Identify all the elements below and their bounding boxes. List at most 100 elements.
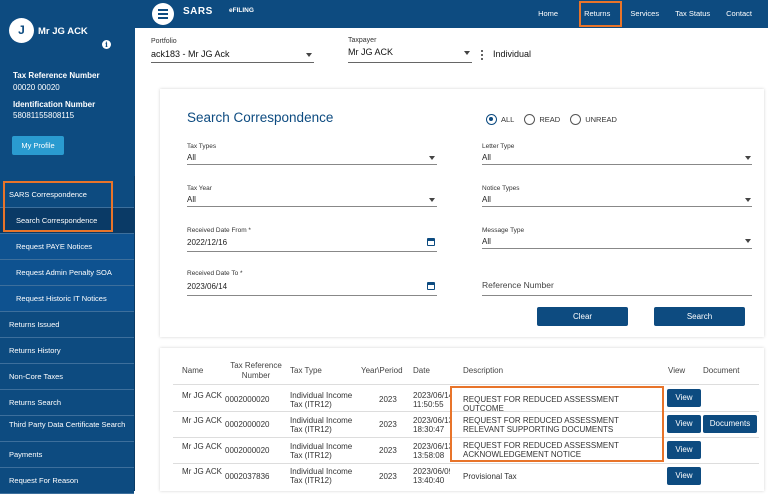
tax-year-underline <box>187 206 437 207</box>
row-4-date: 2023/06/09 13:40:40 <box>413 467 450 485</box>
identification-value: 58081155808115 <box>13 111 75 120</box>
message-type-underline <box>482 248 752 249</box>
clear-button[interactable]: Clear <box>537 307 628 326</box>
tax-types-label: Tax Types <box>187 143 217 150</box>
avatar[interactable]: J <box>9 18 34 43</box>
letter-type-label: Letter Type <box>482 143 515 150</box>
reference-number-underline <box>482 295 752 296</box>
nav-contact[interactable]: Contact <box>718 0 768 28</box>
row-1-year: 2023 <box>379 395 397 404</box>
message-type-select[interactable]: All <box>482 237 491 246</box>
row-4-tax-ref: 0002037836 <box>225 472 270 481</box>
letter-type-select[interactable]: All <box>482 153 491 162</box>
row-1-view-button[interactable]: View <box>667 389 701 407</box>
tax-year-select[interactable]: All <box>187 195 196 204</box>
radio-all-label: ALL <box>501 115 515 124</box>
tax-types-underline <box>187 164 437 165</box>
col-header-description: Description <box>463 366 504 375</box>
sidebar-item-request-for-reason[interactable]: Request For Reason <box>0 468 134 494</box>
search-card <box>160 89 764 337</box>
received-to-input[interactable]: 2023/06/14 <box>187 282 227 291</box>
row-1-name: Mr JG ACK <box>182 391 223 400</box>
info-icon[interactable]: i <box>102 40 111 49</box>
row-2-date: 2023/06/13 18:30:47 <box>413 416 450 434</box>
sidebar-item-non-core-taxes[interactable]: Non-Core Taxes <box>0 364 134 390</box>
row-4-tax-type: Individual Income Tax (ITR12) <box>290 467 353 485</box>
reference-number-input[interactable]: Reference Number <box>482 280 554 290</box>
sidebar-item-request-paye-notices[interactable]: Request PAYE Notices <box>0 234 134 260</box>
row-3-view-button[interactable]: View <box>667 441 701 459</box>
row-3-year: 2023 <box>379 446 397 455</box>
sidebar-item-sars-correspondence[interactable]: SARS Correspondence <box>0 182 134 208</box>
radio-read[interactable] <box>524 114 536 125</box>
notice-types-select[interactable]: All <box>482 195 491 204</box>
read-filter: ALL READ UNREAD <box>486 114 623 125</box>
radio-read-label: READ <box>539 115 561 124</box>
chevron-down-icon[interactable] <box>745 239 751 243</box>
col-header-date: Date <box>413 366 430 375</box>
nav-tax-status[interactable]: Tax Status <box>667 0 718 28</box>
sars-logo[interactable]: SARS <box>183 6 213 17</box>
row-divider <box>173 463 759 464</box>
row-3-tax-ref: 0002000020 <box>225 446 270 455</box>
received-from-input[interactable]: 2022/12/16 <box>187 238 227 247</box>
nav-returns[interactable]: Returns <box>572 0 622 28</box>
message-type-label: Message Type <box>482 227 525 234</box>
row-3-date: 2023/06/13 13:58:08 <box>413 442 450 460</box>
received-to-underline <box>187 295 437 296</box>
row-4-view-button[interactable]: View <box>667 467 701 485</box>
row-4-name: Mr JG ACK <box>182 467 223 476</box>
portfolio-select[interactable]: ack183 - Mr JG Ack <box>151 49 230 59</box>
row-2-view-button[interactable]: View <box>667 415 701 433</box>
search-button[interactable]: Search <box>654 307 745 326</box>
received-to-label: Received Date To * <box>187 270 243 277</box>
tax-types-select[interactable]: All <box>187 153 196 162</box>
row-2-tax-ref: 0002000020 <box>225 420 270 429</box>
sidebar-item-returns-issued[interactable]: Returns Issued <box>0 312 134 338</box>
sidebar-item-payments[interactable]: Payments <box>0 442 134 468</box>
taxpayer-select[interactable]: Mr JG ACK <box>348 47 393 57</box>
received-from-label: Received Date From * <box>187 227 251 234</box>
sidebar-item-third-party-data[interactable]: Third Party Data Certificate Search <box>0 416 134 442</box>
chevron-down-icon[interactable] <box>429 156 435 160</box>
my-profile-button[interactable]: My Profile <box>12 136 64 155</box>
radio-all[interactable] <box>486 114 497 125</box>
chevron-down-icon[interactable] <box>429 198 435 202</box>
row-3-description: REQUEST FOR REDUCED ASSESSMENT ACKNOWLED… <box>463 441 619 459</box>
col-header-name: Name <box>182 366 204 375</box>
portfolio-underline <box>151 62 314 63</box>
sidebar-item-returns-search[interactable]: Returns Search <box>0 390 134 416</box>
row-divider <box>173 437 759 438</box>
chevron-down-icon[interactable] <box>306 53 312 57</box>
row-2-year: 2023 <box>379 420 397 429</box>
row-divider <box>173 411 759 412</box>
sidebar-item-request-historic-it-notices[interactable]: Request Historic IT Notices <box>0 286 134 312</box>
nav-services[interactable]: Services <box>622 0 667 28</box>
taxpayer-label: Taxpayer <box>348 37 377 44</box>
notice-types-underline <box>482 206 752 207</box>
sidebar-item-request-admin-penalty-soa[interactable]: Request Admin Penalty SOA <box>0 260 134 286</box>
page-title: Search Correspondence <box>187 110 334 125</box>
chevron-down-icon[interactable] <box>464 51 470 55</box>
row-4-year: 2023 <box>379 472 397 481</box>
profile-panel: J Mr JG ACK i Tax Reference Number 00020… <box>0 0 135 176</box>
row-2-name: Mr JG ACK <box>182 416 223 425</box>
calendar-icon[interactable] <box>427 238 435 246</box>
sidebar-item-returns-history[interactable]: Returns History <box>0 338 134 364</box>
row-2-description: REQUEST FOR REDUCED ASSESSMENT RELEVANT … <box>463 416 619 434</box>
row-4-description: Provisional Tax <box>463 472 517 481</box>
chevron-down-icon[interactable] <box>745 156 751 160</box>
row-1-date: 2023/06/14 11:50:55 <box>413 391 450 409</box>
chevron-down-icon[interactable] <box>745 198 751 202</box>
more-vertical-icon[interactable] <box>481 50 483 60</box>
nav-home[interactable]: Home <box>530 0 572 28</box>
tax-reference-label: Tax Reference Number <box>13 71 100 80</box>
row-2-documents-button[interactable]: Documents <box>703 415 757 433</box>
calendar-icon[interactable] <box>427 282 435 290</box>
sidebar-item-search-correspondence[interactable]: Search Correspondence <box>0 208 134 234</box>
sidebar-nav: SARS Correspondence Search Correspondenc… <box>0 182 134 494</box>
radio-unread[interactable] <box>570 114 582 125</box>
col-header-year-period: Year\Period <box>361 366 403 375</box>
identification-label: Identification Number <box>13 100 96 109</box>
menu-icon[interactable] <box>152 3 174 25</box>
